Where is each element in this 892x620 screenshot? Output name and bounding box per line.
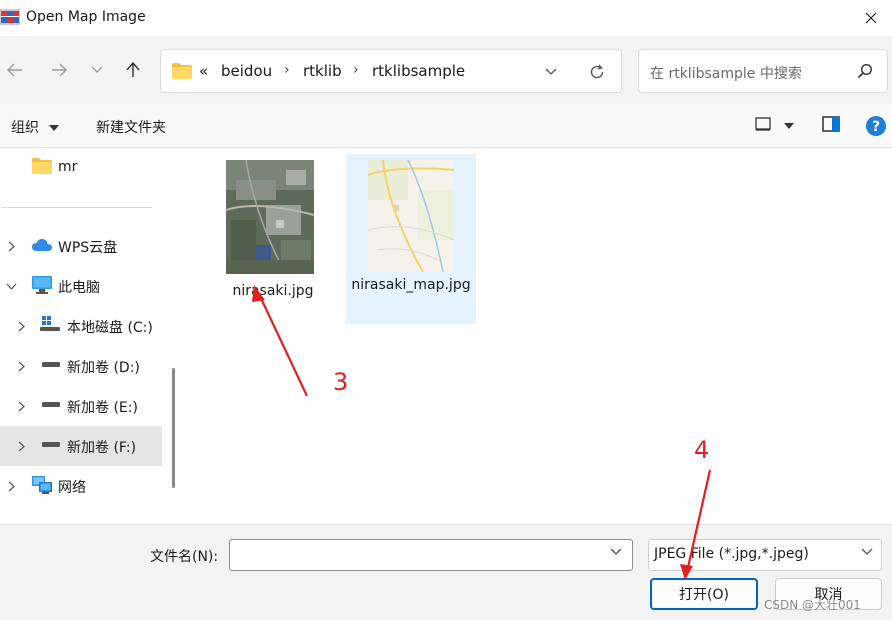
filetype-value: JPEG File (*.jpg,*.jpeg): [654, 546, 809, 562]
back-button[interactable]: [4, 58, 26, 82]
sidebar-item-label: 此电脑: [58, 280, 100, 296]
sidebar-item-mr[interactable]: mr: [0, 148, 162, 188]
collapse-chevron[interactable]: [5, 278, 17, 294]
cloud-icon: [32, 239, 52, 251]
chevron-down-icon: [6, 283, 16, 290]
chevron-down-icon: [91, 66, 103, 73]
caret-down-icon[interactable]: [784, 123, 794, 129]
expand-chevron[interactable]: [15, 318, 27, 334]
search-input[interactable]: 在 rtklibsample 中搜索: [650, 63, 802, 83]
folder-icon: [32, 158, 52, 174]
breadcrumb-item-rtklibsample[interactable]: rtklibsample: [372, 62, 465, 80]
sidebar-divider: [2, 207, 152, 208]
navigation-bar: « beidou › rtklib › rtklibsample 在 rtkli…: [0, 36, 892, 104]
file-name: nirasaki.jpg: [232, 283, 314, 299]
arrow-left-icon: [7, 63, 22, 77]
drive-icon: [42, 362, 60, 367]
recent-locations-button[interactable]: [86, 58, 108, 82]
expand-chevron[interactable]: [15, 438, 27, 454]
sidebar-item-drive-e[interactable]: 新加卷 (E:): [0, 386, 162, 426]
chevron-down-icon[interactable]: [610, 548, 622, 556]
chevron-right-icon: [8, 241, 15, 251]
breadcrumb-item-beidou[interactable]: beidou: [221, 62, 272, 80]
chevron-right-icon: [18, 401, 25, 411]
svg-text:?: ?: [872, 119, 880, 135]
refresh-button[interactable]: [585, 61, 609, 83]
sidebar-item-this-pc[interactable]: 此电脑: [0, 266, 162, 306]
sidebar-item-label: 新加卷 (F:): [67, 440, 137, 456]
refresh-icon: [590, 64, 604, 79]
chevron-right-icon: [18, 441, 25, 451]
open-button[interactable]: 打开(O): [650, 578, 758, 610]
chevron-down-icon: [861, 548, 873, 555]
sidebar-item-drive-d[interactable]: 新加卷 (D:): [0, 346, 162, 386]
chevron-right-icon: [18, 361, 25, 371]
watermark: CSDN @大壮001: [764, 598, 861, 612]
filename-input[interactable]: [229, 539, 633, 571]
folder-icon: [172, 63, 192, 79]
expand-chevron[interactable]: [15, 358, 27, 374]
sidebar-item-wps-cloud[interactable]: WPS云盘: [0, 226, 162, 266]
dialog-footer: 文件名(N): JPEG File (*.jpg,*.jpeg) 打开(O) 取…: [0, 524, 892, 620]
expand-chevron[interactable]: [5, 478, 17, 494]
image-thumbnail: [226, 160, 314, 274]
drive-icon: [42, 402, 60, 407]
windows-drive-icon: [40, 316, 60, 331]
breadcrumb-item-rtklib[interactable]: rtklib: [303, 62, 342, 80]
sidebar-item-drive-c[interactable]: 本地磁盘 (C:): [0, 306, 162, 346]
sidebar-item-drive-f[interactable]: 新加卷 (F:): [0, 426, 162, 466]
breadcrumb-separator[interactable]: ›: [284, 62, 290, 78]
expand-chevron[interactable]: [15, 398, 27, 414]
image-thumbnail: [368, 160, 454, 272]
sidebar-item-label: 网络: [58, 480, 86, 496]
arrow-right-icon: [52, 63, 67, 77]
address-history-dropdown[interactable]: [539, 62, 563, 82]
file-item-nirasaki-jpg[interactable]: nirasaki.jpg: [208, 152, 338, 322]
sidebar-item-label: mr: [58, 159, 78, 175]
address-bar[interactable]: « beidou › rtklib › rtklibsample: [160, 49, 622, 93]
expand-chevron[interactable]: [5, 238, 17, 254]
window-title: Open Map Image: [26, 9, 146, 25]
command-toolbar: 组织 新建文件夹 ?: [0, 104, 892, 148]
sidebar-item-label: WPS云盘: [58, 240, 118, 256]
file-name: nirasaki_map.jpg: [351, 277, 471, 293]
forward-button[interactable]: [48, 58, 70, 82]
search-icon[interactable]: [857, 63, 873, 79]
sidebar-item-label: 本地磁盘 (C:): [67, 320, 153, 336]
network-icon: [32, 476, 52, 494]
annotation-label-3: 3: [333, 368, 349, 396]
organize-label: 组织: [11, 120, 39, 136]
chevron-down-icon: [545, 68, 557, 75]
file-list: nirasaki.jpg nirasaki_map.jpg: [186, 148, 892, 524]
annotation-label-4: 4: [694, 436, 710, 464]
view-options-icon[interactable]: [755, 116, 771, 132]
navigation-pane: mr WPS云盘 此电脑 本地磁盘 (C:) 新加卷 (D:) 新加卷 (E:)…: [0, 148, 182, 524]
filename-label: 文件名(N):: [150, 549, 219, 565]
caret-down-icon: [49, 125, 60, 131]
sidebar-scrollbar-thumb[interactable]: [172, 368, 175, 488]
chevron-right-icon: [18, 321, 25, 331]
breadcrumb-overflow[interactable]: «: [199, 62, 208, 80]
title-bar: Open Map Image: [0, 0, 892, 36]
sidebar-item-network[interactable]: 网络: [0, 466, 162, 506]
preview-pane-icon[interactable]: [822, 116, 840, 132]
chevron-right-icon: [8, 481, 15, 491]
sidebar-item-label: 新加卷 (D:): [67, 360, 140, 376]
drive-icon: [42, 442, 60, 447]
app-icon: [0, 9, 20, 25]
arrow-up-icon: [126, 62, 140, 77]
close-icon: [865, 12, 877, 24]
file-item-nirasaki-map-jpg[interactable]: nirasaki_map.jpg: [346, 154, 476, 324]
new-folder-button[interactable]: 新建文件夹: [96, 117, 166, 137]
sidebar-item-label: 新加卷 (E:): [67, 400, 138, 416]
open-button-label: 打开(O): [679, 587, 729, 603]
search-box[interactable]: 在 rtklibsample 中搜索: [638, 49, 888, 93]
computer-icon: [32, 276, 52, 294]
organize-menu[interactable]: 组织: [11, 117, 60, 137]
up-button[interactable]: [122, 58, 144, 82]
breadcrumb-separator[interactable]: ›: [353, 62, 359, 78]
close-button[interactable]: [850, 0, 892, 36]
help-icon[interactable]: ?: [865, 115, 887, 137]
filetype-select[interactable]: JPEG File (*.jpg,*.jpeg): [648, 539, 882, 571]
